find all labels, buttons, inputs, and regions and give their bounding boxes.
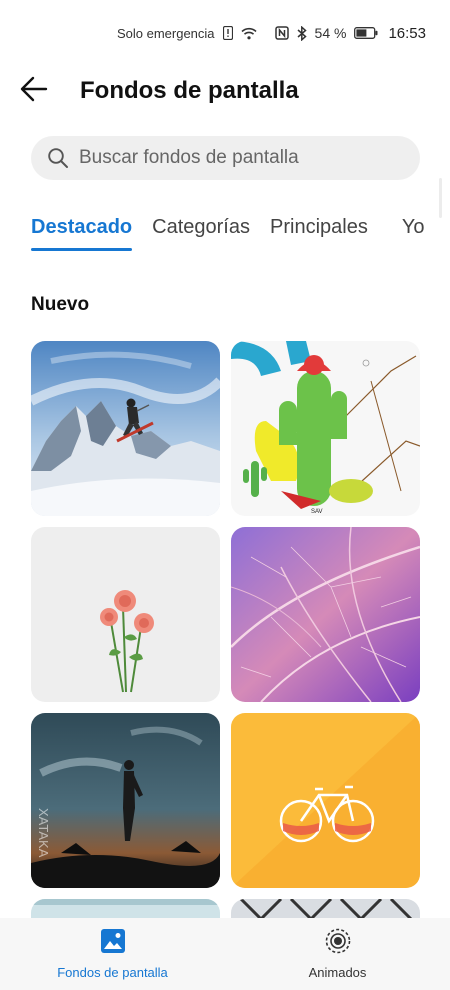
sim-alert-icon — [222, 26, 233, 40]
clock: 16:53 — [388, 24, 426, 42]
wallpaper-thumb-bicycle[interactable] — [231, 713, 420, 888]
tab-yo[interactable]: Yo — [402, 216, 425, 245]
search-icon — [47, 147, 69, 169]
nav-animados[interactable]: Animados — [225, 918, 450, 990]
nav-fondos-de-pantalla[interactable]: Fondos de pantalla — [0, 918, 225, 990]
tab-categorias[interactable]: Categorías — [152, 216, 250, 245]
wallpaper-thumb-leaf[interactable] — [231, 527, 420, 702]
app-header: Fondos de pantalla — [0, 66, 450, 116]
image-icon — [100, 928, 126, 959]
search-bar[interactable] — [31, 136, 420, 180]
emergency-text: Solo emergencia — [116, 25, 215, 41]
svg-text:XATAKA: XATAKA — [36, 808, 51, 858]
tab-principales[interactable]: Principales — [270, 216, 368, 245]
wallpaper-thumb-moon[interactable]: XATAKA — [31, 713, 220, 888]
tab-destacado[interactable]: Destacado — [31, 216, 133, 251]
wifi-icon — [240, 27, 257, 40]
back-button[interactable] — [20, 66, 76, 116]
bluetooth-icon — [297, 25, 307, 41]
wallpaper-thumb-cactus[interactable]: SAV — [231, 341, 420, 516]
bottom-navigation: Fondos de pantalla Animados — [0, 918, 450, 990]
wallpaper-thumb-partial-right[interactable] — [231, 899, 420, 919]
nav-label-fondos: Fondos de pantalla — [57, 965, 168, 980]
nfc-icon — [274, 26, 289, 40]
live-wallpaper-icon — [325, 928, 351, 959]
section-title: Nuevo — [31, 294, 90, 315]
wallpaper-thumb-skier[interactable] — [31, 341, 220, 516]
page-title: Fondos de pantalla — [80, 77, 299, 104]
battery-text: 54 % — [314, 25, 347, 41]
nav-label-animados: Animados — [308, 965, 367, 980]
scroll-indicator — [439, 178, 442, 218]
tab-bar: Destacado Categorías Principales Yo — [31, 210, 450, 251]
search-input[interactable] — [77, 146, 420, 170]
battery-icon — [354, 27, 378, 39]
status-bar: Solo emergencia 54 % 16:53 — [0, 0, 450, 66]
wallpaper-thumb-roses[interactable] — [31, 527, 220, 702]
svg-text:SAV: SAV — [311, 509, 323, 515]
arrow-left-icon — [20, 76, 48, 107]
wallpaper-thumb-partial-left[interactable] — [31, 899, 220, 919]
